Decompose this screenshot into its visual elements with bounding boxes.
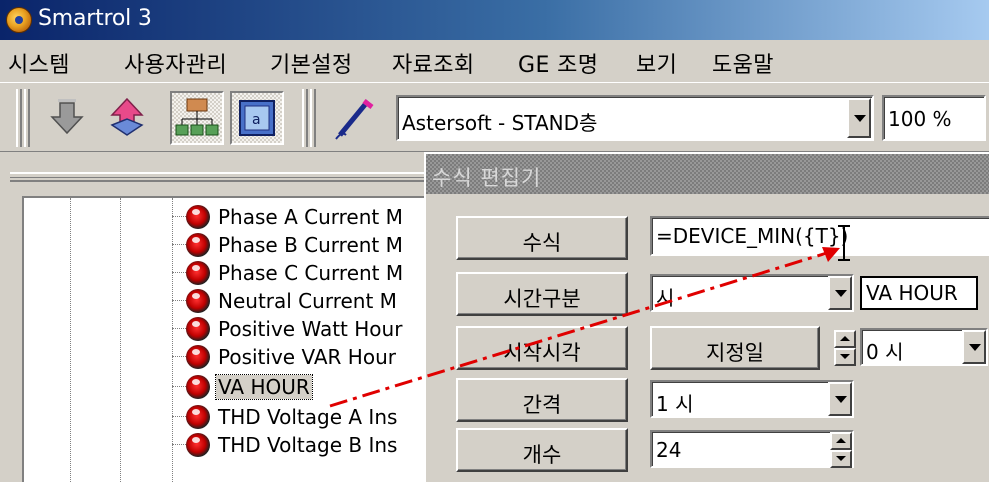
count-label-button[interactable]: 개수 <box>456 428 628 472</box>
tree-item-label: VA HOUR <box>215 374 313 400</box>
formula-label: 수식 <box>522 231 562 255</box>
interval-label-button[interactable]: 간격 <box>456 378 628 422</box>
tree-item-label: THD Voltage A Ins <box>218 405 398 429</box>
menu-data-query[interactable]: 자료조회 <box>392 47 475 79</box>
upload-icon <box>110 97 144 136</box>
count-value: 24 <box>656 438 682 462</box>
menu-basic-settings[interactable]: 기본설정 <box>270 47 353 79</box>
device-node-icon <box>186 261 210 285</box>
device-node-icon <box>186 205 210 229</box>
toolbar-grip[interactable] <box>24 89 30 147</box>
count-label: 개수 <box>522 443 562 467</box>
zoom-select[interactable]: 100 % <box>882 95 986 141</box>
menubar: 시스템 사용자관리 기본설정 자료조회 GE 조명 보기 도움말 <box>0 40 989 82</box>
spin-up-icon[interactable] <box>834 330 856 348</box>
device-node-icon <box>186 345 210 369</box>
tree-item-label: THD Voltage B Ins <box>218 433 398 457</box>
window-title: Smartrol 3 <box>38 6 152 31</box>
dialog-title: 수식 편집기 <box>432 166 542 190</box>
formula-input-value: =DEVICE_MIN({T}) <box>656 224 849 248</box>
start-hour-select[interactable]: 0 시 <box>860 328 988 366</box>
download-icon <box>50 99 84 135</box>
device-node-icon <box>186 433 210 457</box>
spin-up-icon[interactable] <box>830 432 852 450</box>
window-view-icon: a <box>239 100 275 136</box>
dialog-titlebar[interactable]: 수식 편집기 <box>426 154 989 194</box>
toolbar-grip[interactable] <box>16 89 22 147</box>
start-time-label-button[interactable]: 시작시각 <box>456 326 628 370</box>
menu-system[interactable]: 시스템 <box>8 47 70 79</box>
spin-down-icon[interactable] <box>830 450 852 468</box>
device-node-icon <box>186 289 210 313</box>
device-node-icon <box>186 405 210 429</box>
device-node-icon <box>186 375 210 399</box>
tree-pane-header <box>10 172 430 182</box>
tree-item-label: Positive VAR Hour <box>218 345 396 369</box>
site-select-dropdown-arrow[interactable] <box>847 98 871 138</box>
tree-item-label: Neutral Current M <box>218 289 397 313</box>
tree-item-label: Phase B Current M <box>218 233 403 257</box>
target-name-box: VA HOUR <box>860 276 978 310</box>
spin-down-icon[interactable] <box>834 348 856 366</box>
time-division-value: 시 <box>656 286 675 310</box>
tree-guide-line <box>172 198 173 482</box>
toolbar-grip[interactable] <box>302 89 308 147</box>
count-input[interactable]: 24 <box>650 430 854 468</box>
tree-guide-line <box>70 198 71 482</box>
formula-input[interactable]: =DEVICE_MIN({T}) <box>650 216 989 256</box>
network-tree-button[interactable] <box>170 91 224 145</box>
tree-item-label: Phase C Current M <box>218 261 404 285</box>
toolbar-grip[interactable] <box>310 89 316 147</box>
device-tree[interactable]: Phase A Current M Phase B Current M Phas… <box>22 196 432 482</box>
time-division-label-button[interactable]: 시간구분 <box>456 272 628 316</box>
app-logo-icon <box>6 7 32 33</box>
download-button[interactable] <box>40 91 94 145</box>
start-time-spinner[interactable] <box>834 330 856 366</box>
window-titlebar: Smartrol 3 <box>0 0 989 40</box>
formula-label-button[interactable]: 수식 <box>456 216 628 260</box>
tree-item-label: Phase A Current M <box>218 205 403 229</box>
interval-dropdown-arrow[interactable] <box>828 382 852 416</box>
start-hour-value: 0 시 <box>866 340 904 364</box>
toolbar: a Astersoft - STAND층 100 % <box>0 82 989 152</box>
specified-date-label: 지정일 <box>706 341 764 365</box>
site-select[interactable]: Astersoft - STAND층 <box>396 95 874 141</box>
interval-value: 1 시 <box>656 392 694 416</box>
start-time-label: 시작시각 <box>503 341 581 365</box>
time-division-label: 시간구분 <box>503 287 581 311</box>
zoom-select-value: 100 % <box>888 107 952 131</box>
interval-select[interactable]: 1 시 <box>650 380 854 418</box>
svg-text:a: a <box>252 112 261 128</box>
tree-item-label: Positive Watt Hour <box>218 317 403 341</box>
interval-label: 간격 <box>522 393 562 417</box>
menu-user-management[interactable]: 사용자관리 <box>124 47 227 79</box>
device-node-icon <box>186 233 210 257</box>
count-spinner[interactable] <box>830 432 852 468</box>
menu-ge-lighting[interactable]: GE 조명 <box>518 47 598 79</box>
formula-editor-dialog: 수식 편집기 수식 =DEVICE_MIN({T}) 시간구분 시 VA HOU… <box>424 152 989 482</box>
tree-guide-line <box>120 198 121 482</box>
start-hour-dropdown-arrow[interactable] <box>962 330 986 364</box>
specified-date-button[interactable]: 지정일 <box>650 326 820 370</box>
network-tree-icon <box>175 98 219 136</box>
device-node-icon <box>186 317 210 341</box>
target-name-value: VA HOUR <box>866 281 958 305</box>
time-division-select[interactable]: 시 <box>650 274 854 312</box>
site-select-value: Astersoft - STAND층 <box>402 111 598 135</box>
time-division-dropdown-arrow[interactable] <box>828 276 852 310</box>
upload-button[interactable] <box>100 91 154 145</box>
menu-view[interactable]: 보기 <box>636 47 677 79</box>
pen-button[interactable] <box>328 91 382 145</box>
menu-help[interactable]: 도움말 <box>712 47 774 79</box>
window-view-button[interactable]: a <box>230 91 284 145</box>
pen-icon <box>335 99 374 140</box>
